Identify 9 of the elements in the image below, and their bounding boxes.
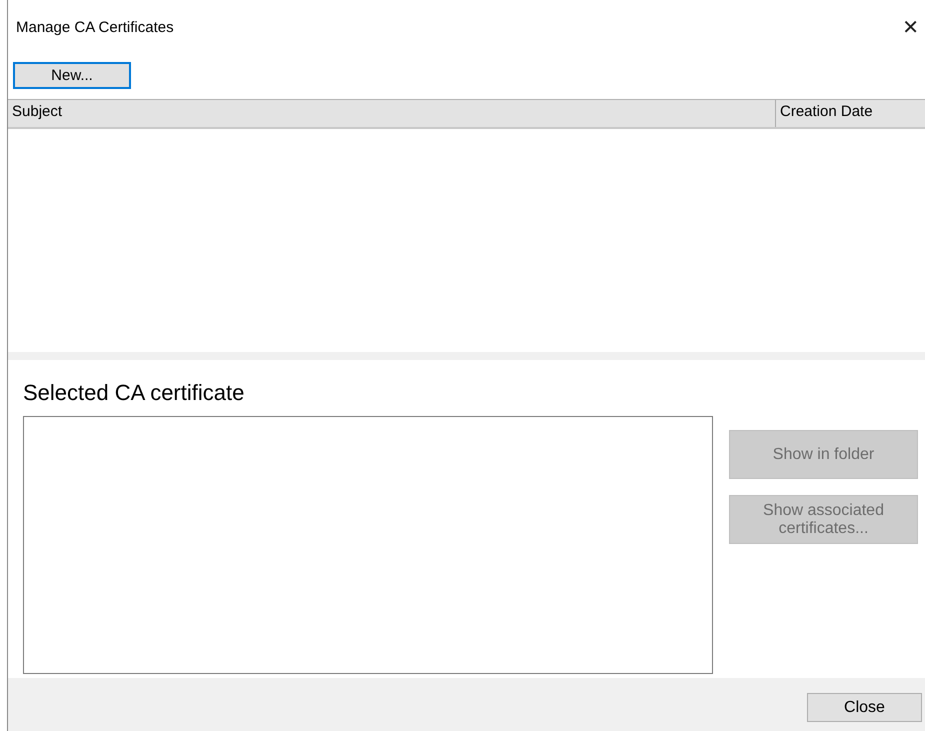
close-dialog-button[interactable]: Close [807, 693, 922, 722]
column-header[interactable]: Creation Date [775, 100, 925, 127]
certificate-text-box[interactable] [23, 416, 713, 674]
close-button[interactable]: ✕ [896, 15, 925, 39]
column-header[interactable]: Subject [8, 100, 775, 127]
new-button[interactable]: New... [13, 62, 131, 89]
splitter-bar[interactable] [8, 352, 925, 360]
window-title: Manage CA Certificates [16, 18, 174, 36]
section-heading: Selected CA certificate [23, 380, 246, 406]
